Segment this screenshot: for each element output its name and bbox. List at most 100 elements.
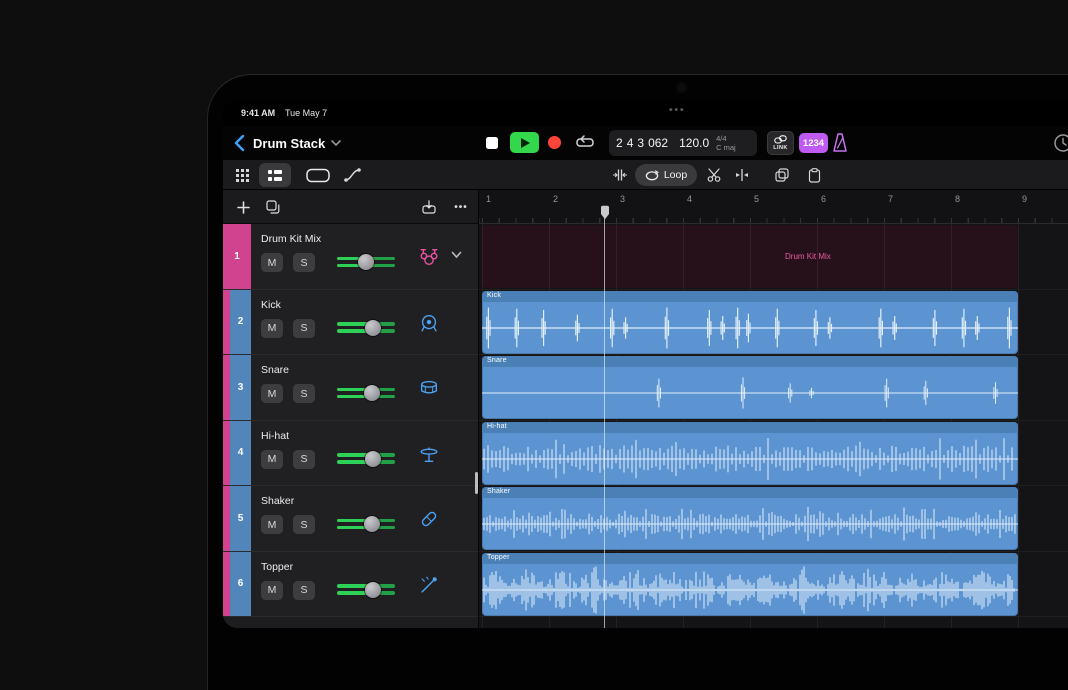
kick-drum-icon[interactable] [418,312,440,334]
project-settings-button[interactable] [1053,133,1068,153]
solo-button[interactable]: S [293,253,315,272]
stop-button[interactable] [486,137,498,149]
waveform [482,433,1018,485]
volume-knob[interactable] [364,450,381,467]
add-region-button[interactable] [417,195,441,219]
stack-disclosure-button[interactable] [451,251,462,259]
playhead[interactable] [600,205,609,628]
track-number-tab[interactable]: 1 [223,224,251,289]
volume-slider[interactable] [337,450,395,467]
bar-number: 4 [687,194,693,204]
volume-slider[interactable] [337,319,395,336]
grid-view-button[interactable] [227,163,257,187]
link-icon [774,135,787,144]
more-button[interactable]: ••• [447,195,475,219]
play-button[interactable] [510,132,539,153]
automation-button[interactable] [337,163,367,187]
mute-button[interactable]: M [261,515,283,534]
playhead-handle[interactable] [600,205,610,220]
track-name: Hi-hat [261,429,290,442]
stack-summary-region[interactable]: Drum Kit Mix [482,225,1018,288]
paste-button[interactable] [801,163,827,187]
volume-knob[interactable] [364,581,381,598]
track-number-tab[interactable]: 2 [223,289,251,354]
mute-button[interactable]: M [261,580,283,600]
regions-view-button[interactable] [301,163,335,187]
loop-toggle-button[interactable]: Loop [635,164,697,186]
metronome-icon [833,133,847,152]
metronome-button[interactable] [832,132,848,153]
volume-knob[interactable] [364,319,381,336]
split-button[interactable] [701,163,727,187]
track-stack-button[interactable] [261,195,285,219]
drumstick-icon[interactable] [418,574,440,596]
track-row[interactable]: 3 Snare M S [223,355,478,421]
mute-button[interactable]: M [261,384,283,403]
solo-button[interactable]: S [293,318,315,338]
status-date: Tue May 7 [285,108,328,118]
multitask-dots[interactable]: ••• [669,105,686,116]
count-in-button[interactable]: 1234 [799,133,828,153]
audio-region[interactable]: Hi-hat [482,421,1018,485]
solo-button[interactable]: S [293,449,315,469]
audio-region[interactable]: Topper [482,552,1018,616]
clipboard-icon [808,167,820,183]
track-name: Snare [261,364,290,376]
solo-button[interactable]: S [293,384,315,403]
copy-button[interactable] [769,163,795,187]
lcd-ticks: 062 [648,136,669,150]
volume-slider[interactable] [337,516,395,532]
mute-button[interactable]: M [261,449,283,469]
track-row[interactable]: 5 Shaker M S [223,486,478,552]
volume-knob[interactable] [363,385,380,401]
volume-slider[interactable] [337,385,395,401]
waveform [482,564,1018,616]
stack-icon [266,200,280,214]
audio-region[interactable]: Shaker [482,487,1018,550]
volume-slider[interactable] [337,254,395,270]
edit-toolbar: Loop [223,160,1068,190]
track-row[interactable]: 6 Topper M S [223,551,478,617]
waveform [482,367,1018,419]
track-number-tab[interactable]: 6 [223,551,251,616]
lcd-beat: 4 [626,136,634,150]
track-row[interactable]: 4 Hi-hat M S [223,420,478,486]
audio-region[interactable]: Kick [482,290,1018,354]
volume-slider[interactable] [337,581,395,598]
link-button[interactable]: LINK [767,131,794,155]
timeline: 1 2 3 4 5 6 7 8 9 Drum Kit Mix Kick Snar… [479,190,1068,628]
track-number-tab[interactable]: 4 [223,420,251,485]
cycle-button[interactable] [575,135,595,151]
volume-knob[interactable] [363,516,380,532]
panel-resize-handle[interactable] [475,472,478,494]
snare-drum-icon[interactable] [418,377,440,399]
track-name: Drum Kit Mix [261,233,322,245]
record-button[interactable] [548,136,561,149]
join-regions-button[interactable] [607,163,633,187]
volume-knob[interactable] [358,254,374,270]
project-title-button[interactable]: Drum Stack [253,134,342,152]
region-label: Drum Kit Mix [785,252,831,261]
shaker-icon[interactable] [418,508,440,530]
drum-kit-icon[interactable] [418,246,440,268]
plus-icon [236,200,250,214]
solo-button[interactable]: S [293,580,315,600]
audio-region[interactable]: Snare [482,356,1018,419]
mute-button[interactable]: M [261,318,283,338]
tracks-view-button[interactable] [259,163,291,187]
track-number-tab[interactable]: 5 [223,486,251,551]
hi-hat-icon[interactable] [418,443,440,465]
bar-number: 6 [821,194,827,204]
back-button[interactable] [231,133,251,153]
add-track-button[interactable] [231,195,255,219]
mute-button[interactable]: M [261,253,283,272]
track-row[interactable]: 1 Drum Kit Mix M S [223,224,478,290]
track-row[interactable]: 2 Kick M S [223,289,478,355]
bar-ruler[interactable]: 1 2 3 4 5 6 7 8 9 [479,190,1068,224]
track-number-tab[interactable]: 3 [223,355,251,420]
screen: 9:41 AM Tue May 7 ••• Drum Stack 2 4 3 0… [223,100,1068,628]
solo-button[interactable]: S [293,515,315,534]
lcd-display[interactable]: 2 4 3 062 120.0 4/4 C maj [609,130,757,156]
split-at-playhead-button[interactable] [729,163,755,187]
play-icon [521,137,530,148]
